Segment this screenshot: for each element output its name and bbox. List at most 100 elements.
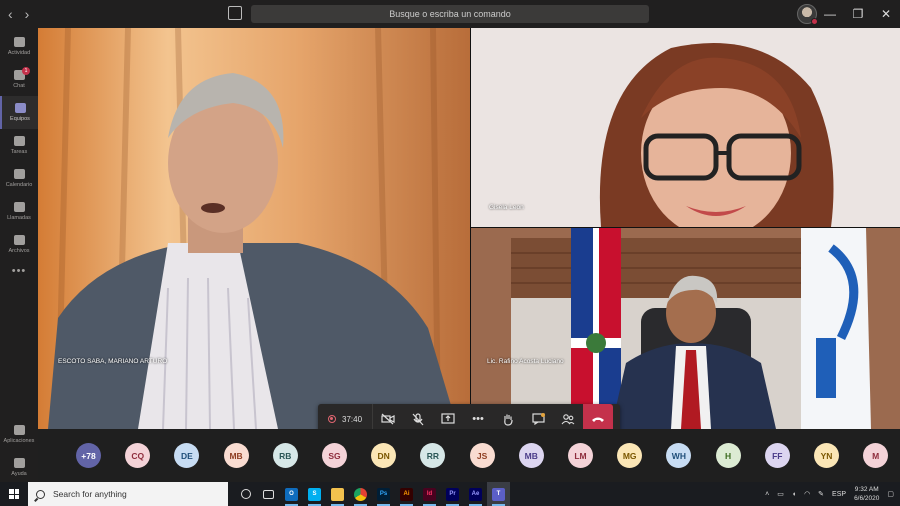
minimize-button[interactable]: —	[816, 0, 844, 28]
language-indicator[interactable]: ESP	[832, 491, 846, 498]
rail-item-5[interactable]: Llamadas	[0, 195, 38, 228]
rail-item-6[interactable]: Archivos	[0, 228, 38, 261]
window-controls: — ❐ ✕	[816, 0, 900, 28]
participant-avatar[interactable]: RB	[272, 443, 298, 468]
video-tile-main[interactable]: ESCOTO SABA, MARIANO ARTURO	[38, 28, 470, 429]
indesign-icon[interactable]: Id	[418, 482, 441, 506]
rail-item-1[interactable]: Chat 1	[0, 63, 38, 96]
more-participants-avatar[interactable]: +78	[76, 443, 101, 468]
participant-avatar[interactable]: CQ	[125, 443, 151, 468]
video-tile-top-right[interactable]: Gisela Leon	[471, 28, 900, 227]
participant-avatar[interactable]: WH	[666, 443, 692, 468]
more-apps-icon[interactable]: •••	[0, 265, 38, 277]
clock-time: 9:32 AM	[854, 486, 879, 493]
files-icon	[13, 235, 25, 245]
taskbar-app-label: Id	[423, 487, 436, 501]
raise-hand-icon	[504, 414, 513, 426]
meeting-stage: ESCOTO SABA, MARIANO ARTURO Gisela Leon	[38, 28, 900, 434]
participant-name-label: ESCOTO SABA, MARIANO ARTURO	[58, 358, 168, 365]
notifications-icon[interactable]: ▢	[887, 490, 894, 498]
participant-avatar[interactable]: RR	[420, 443, 446, 468]
participant-strip: +78 CQ DE MB RB SG DN RR JS MB LM MG WH H FF YN M	[38, 429, 900, 482]
rail-item-label: Chat	[13, 83, 25, 89]
photoshop-icon[interactable]: Ps	[372, 482, 395, 506]
participant-avatar[interactable]: FF	[764, 443, 790, 468]
taskbar-app-label	[354, 487, 367, 501]
user-avatar[interactable]	[797, 4, 818, 25]
command-search-box[interactable]: Busque o escriba un comando	[251, 5, 649, 23]
participant-avatar[interactable]: M	[863, 443, 889, 468]
participant-avatar[interactable]: SG	[322, 443, 347, 468]
meeting-timer: 37:40	[342, 414, 363, 424]
taskbar-search-text: Search for anything	[53, 489, 127, 499]
taskbar-apps: O S Ps Ai Id Pr Ae T	[234, 482, 510, 506]
premiere-icon[interactable]: Pr	[441, 482, 464, 506]
unread-badge: 1	[22, 67, 30, 75]
rail-item-2[interactable]: Equipos	[0, 96, 38, 129]
share-icon	[441, 413, 455, 424]
participant-avatar[interactable]: DE	[174, 443, 200, 468]
forward-arrow-icon[interactable]: ›	[25, 6, 30, 22]
rail-bottom-item-1[interactable]: Ayuda	[0, 451, 38, 484]
calendar-icon	[13, 169, 25, 179]
compose-icon[interactable]	[228, 6, 242, 20]
network-icon[interactable]: ▭	[777, 490, 784, 498]
taskbar-search-box[interactable]: Search for anything	[28, 482, 228, 506]
bell-icon	[13, 37, 25, 47]
back-arrow-icon[interactable]: ‹	[8, 6, 13, 22]
task-view-icon[interactable]	[234, 482, 257, 506]
rail-item-label: Actividad	[7, 50, 31, 56]
participant-avatar[interactable]: MB	[518, 443, 544, 468]
taskbar-app-label: T	[492, 487, 505, 501]
taskbar-app-label: Ps	[377, 487, 390, 501]
taskbar-app-label: O	[285, 487, 298, 501]
close-button[interactable]: ✕	[872, 0, 900, 28]
record-icon	[328, 415, 336, 423]
participant-avatar[interactable]: H	[715, 443, 741, 468]
rail-item-label: Llamadas	[7, 215, 31, 221]
rail-item-label: Aplicaciones	[3, 438, 35, 444]
windows-logo-icon	[9, 489, 19, 499]
participant-avatar[interactable]: MB	[223, 443, 249, 468]
volume-icon[interactable]: ◖	[792, 491, 796, 498]
file-explorer-icon[interactable]	[326, 482, 349, 506]
clock[interactable]: 9:32 AM 6/6/2020	[854, 485, 879, 503]
participant-video-woman	[471, 28, 900, 227]
maximize-button[interactable]: ❐	[844, 0, 872, 28]
rail-item-3[interactable]: Tareas	[0, 129, 38, 162]
taskview-grid-icon[interactable]	[257, 482, 280, 506]
participant-video-man-left	[38, 28, 470, 429]
skype-icon[interactable]: S	[303, 482, 326, 506]
participant-avatar[interactable]: DN	[371, 443, 397, 468]
rail-item-4[interactable]: Calendario	[0, 162, 38, 195]
participant-name-label: Gisela Leon	[489, 204, 524, 211]
start-button[interactable]	[0, 482, 28, 506]
teams-taskbar-icon[interactable]: T	[487, 482, 510, 506]
system-tray: ˄ ▭ ◖ ◠ ✎ ESP 9:32 AM 6/6/2020 ▢	[765, 482, 900, 506]
hangup-icon	[592, 417, 605, 422]
participant-avatar[interactable]: JS	[469, 443, 495, 468]
pen-icon[interactable]: ✎	[818, 490, 824, 498]
mic-off-icon	[412, 412, 424, 425]
after-effects-icon[interactable]: Ae	[464, 482, 487, 506]
participant-avatar[interactable]: LM	[568, 443, 593, 468]
video-tile-bottom-right[interactable]: Lic. Rafino Acosta Luciano	[471, 228, 900, 429]
outlook-icon[interactable]: O	[280, 482, 303, 506]
wifi-icon[interactable]: ◠	[804, 490, 810, 498]
taskbar-app-label: Ae	[469, 487, 482, 501]
chrome-icon[interactable]	[349, 482, 372, 506]
nav-arrows: ‹ ›	[0, 6, 60, 22]
participant-avatar[interactable]: MG	[617, 443, 643, 468]
participant-video-man-right	[471, 228, 900, 429]
taskbar-app-label	[331, 487, 344, 501]
illustrator-icon[interactable]: Ai	[395, 482, 418, 506]
help-icon	[13, 458, 25, 468]
tray-chevron-icon[interactable]: ˄	[765, 491, 769, 498]
taskbar-app-label	[263, 489, 274, 499]
rail-item-label: Calendario	[5, 182, 33, 188]
rail-bottom-item-0[interactable]: Aplicaciones	[0, 418, 38, 451]
rail-item-0[interactable]: Actividad	[0, 30, 38, 63]
app-rail: Actividad Chat 1 Equipos Tareas Calendario Lla…	[0, 28, 38, 482]
taskbar-app-label: Pr	[446, 487, 459, 501]
participant-avatar[interactable]: YN	[814, 443, 839, 468]
